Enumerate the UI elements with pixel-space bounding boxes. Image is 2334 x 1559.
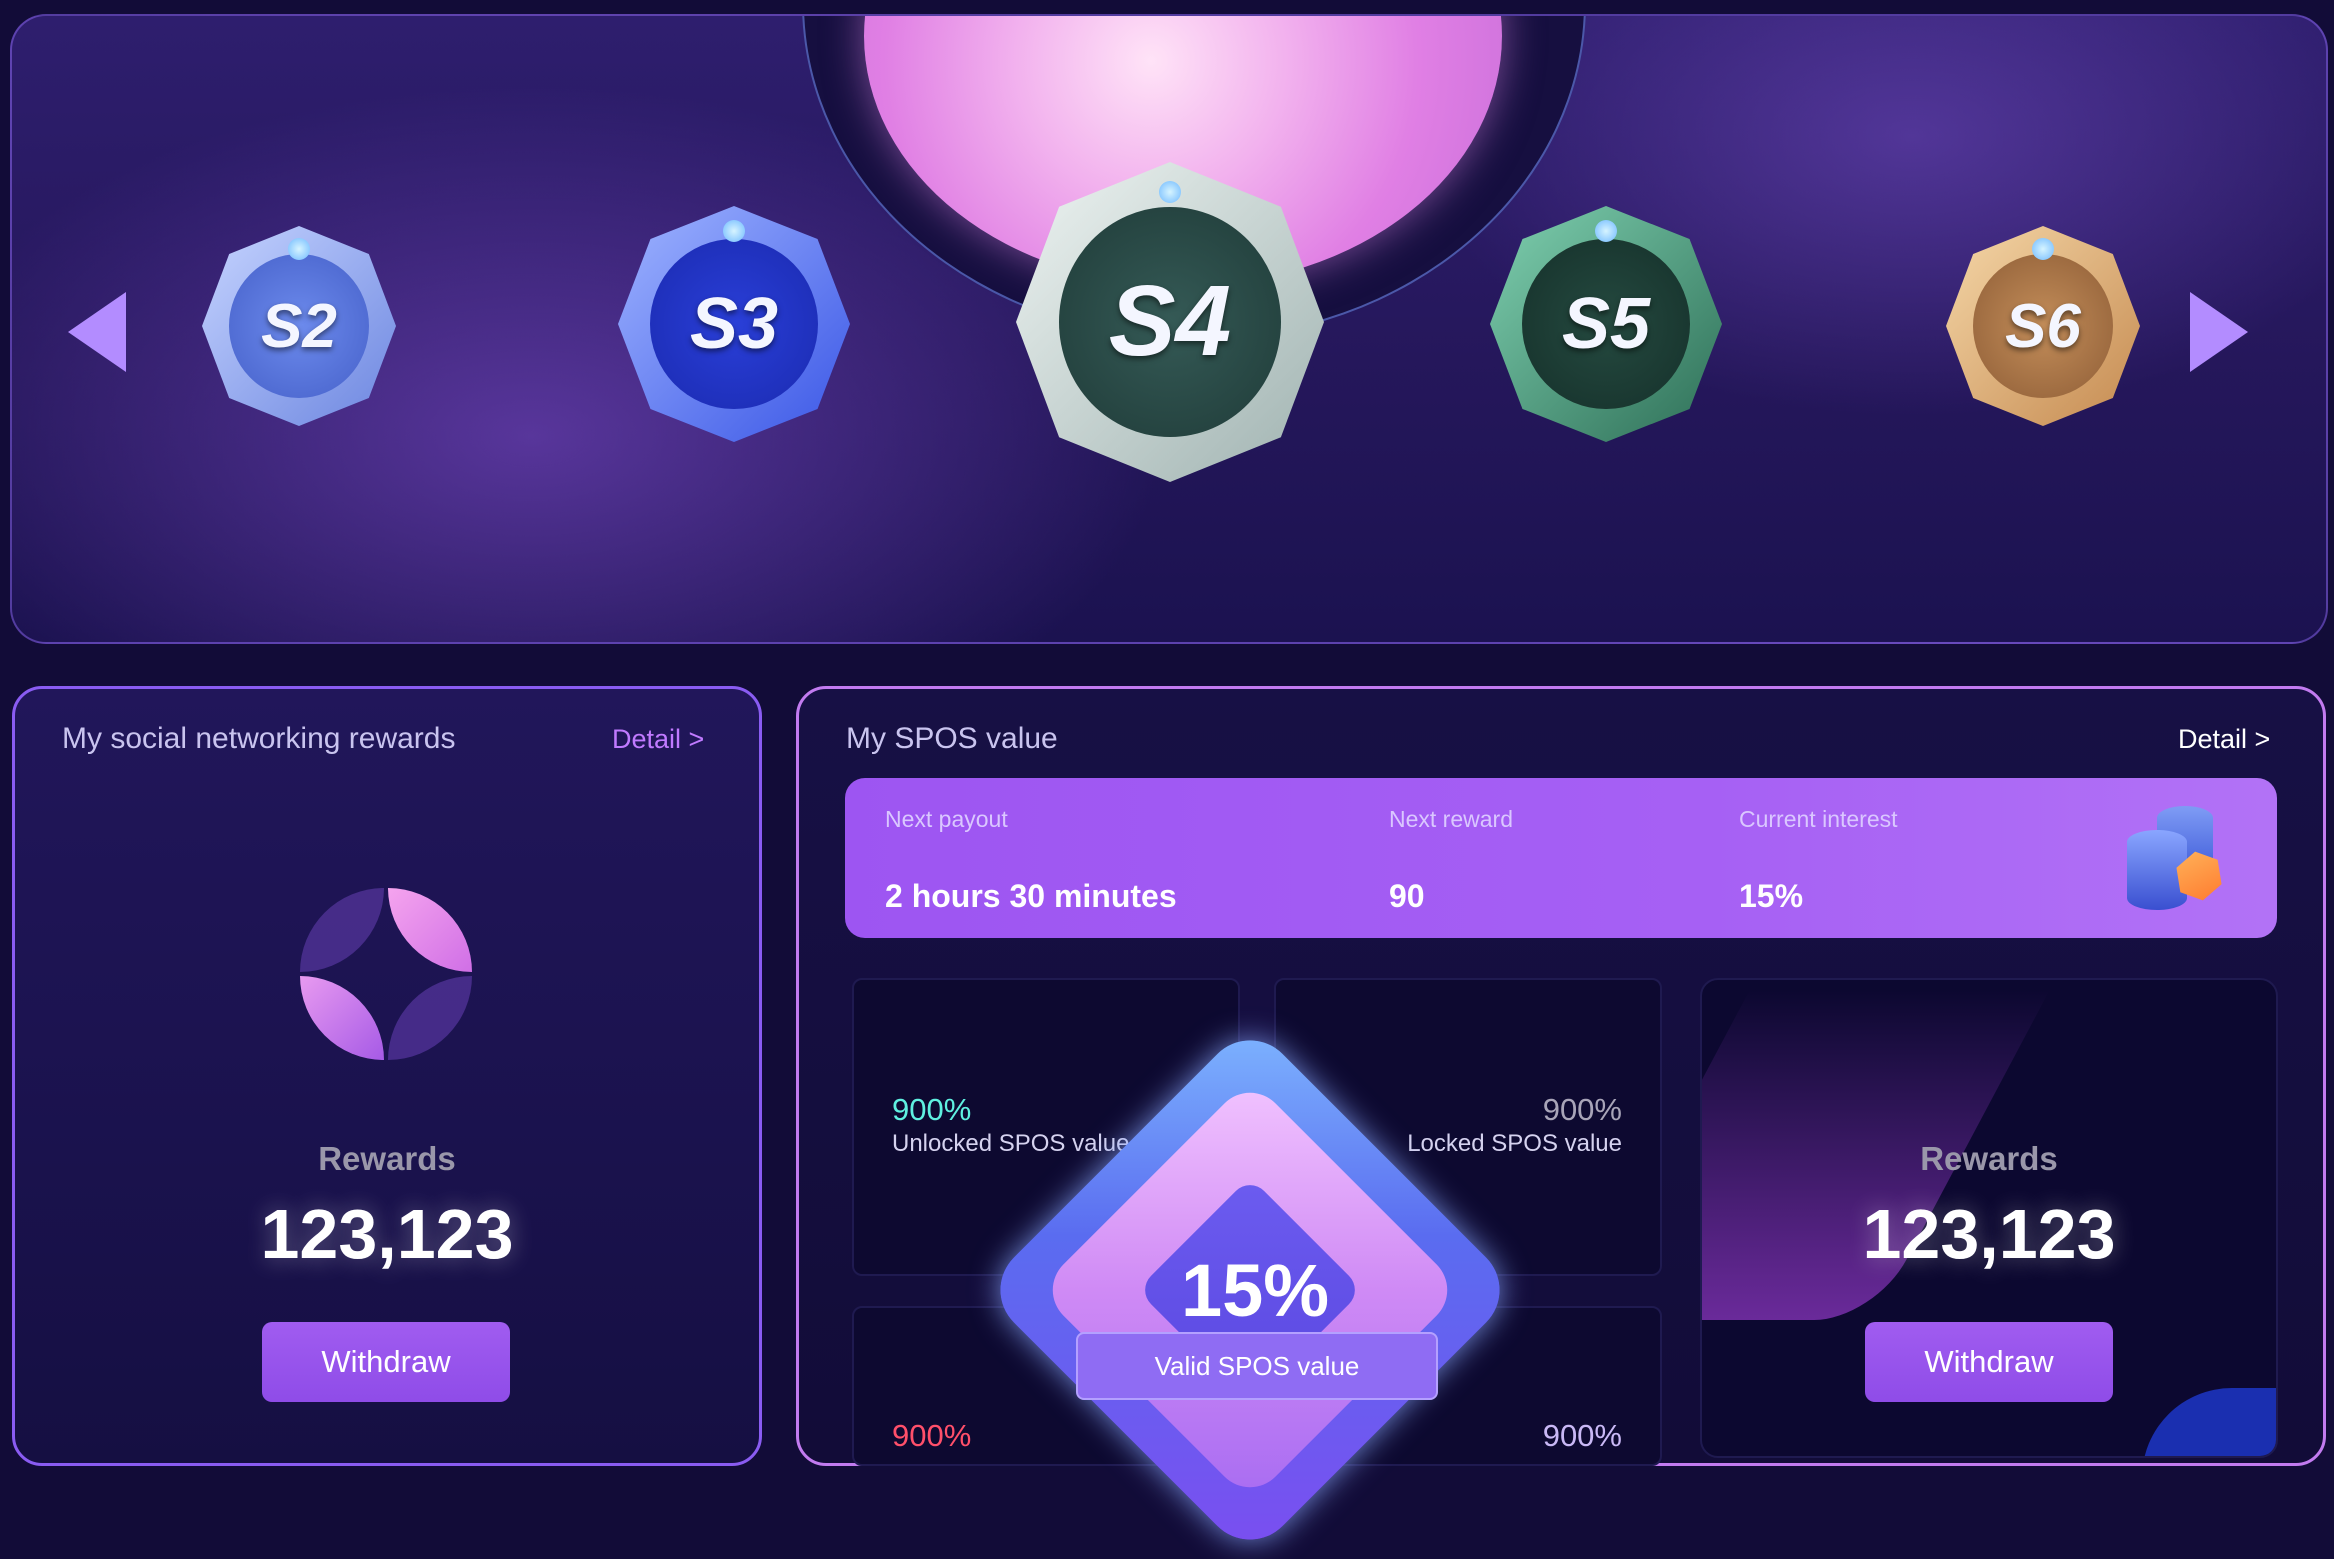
next-payout-value: 2 hours 30 minutes — [885, 878, 1177, 914]
badge-gem-icon — [1159, 181, 1181, 204]
rewards-logo-icon — [300, 888, 472, 1060]
chevron-left-icon[interactable] — [68, 292, 126, 372]
spos-rewards-value: 123,123 — [1862, 1195, 2116, 1273]
badge-gem-icon — [2032, 238, 2054, 260]
bottom-right-spos-percent: 900% — [1542, 1418, 1622, 1453]
badge-label: S3 — [650, 239, 818, 409]
next-payout-label: Next payout — [885, 806, 1008, 832]
unlocked-spos-label: Unlocked SPOS value — [892, 1130, 1130, 1157]
unlocked-spos-percent: 900% — [892, 1092, 972, 1127]
spos-title: My SPOS value — [846, 722, 1058, 755]
social-withdraw-button[interactable]: Withdraw — [262, 1322, 510, 1402]
spos-info-bar: Next payout 2 hours 30 minutes Next rewa… — [845, 778, 2277, 938]
badge-s5[interactable]: S5 — [1490, 206, 1722, 442]
badge-label: S2 — [229, 254, 369, 398]
current-interest-label: Current interest — [1739, 806, 1898, 832]
valid-spos-percent: 15% — [1180, 1249, 1330, 1332]
spos-withdraw-button[interactable]: Withdraw — [1865, 1322, 2113, 1402]
current-interest-value: 15% — [1739, 878, 1804, 914]
badge-gem-icon — [1595, 220, 1617, 243]
social-detail-link[interactable]: Detail > — [612, 724, 704, 755]
locked-spos-percent: 900% — [1542, 1092, 1622, 1127]
badge-label: S5 — [1522, 239, 1690, 409]
next-reward-value: 90 — [1389, 878, 1425, 914]
spos-detail-link[interactable]: Detail > — [2178, 724, 2270, 755]
badge-gem-icon — [723, 220, 745, 243]
badge-gem-icon — [288, 238, 310, 260]
valid-spos-button[interactable]: Valid SPOS value — [1076, 1332, 1438, 1400]
next-reward-label: Next reward — [1389, 806, 1513, 832]
social-rewards-value: 123,123 — [260, 1195, 514, 1273]
badge-s6[interactable]: S6 — [1946, 226, 2140, 426]
badge-label: S4 — [1059, 206, 1281, 438]
chevron-right-icon[interactable] — [2190, 292, 2248, 372]
badge-s2[interactable]: S2 — [202, 226, 396, 426]
coin-stack-icon — [2123, 802, 2235, 914]
badge-label: S6 — [1973, 254, 2113, 398]
social-rewards-label: Rewards — [318, 1140, 456, 1177]
social-rewards-title: My social networking rewards — [62, 722, 456, 755]
decorative-blue-corner — [2142, 1388, 2276, 1456]
badge-s3[interactable]: S3 — [618, 206, 850, 442]
bottom-left-spos-percent: 900% — [892, 1418, 972, 1453]
spos-rewards-label: Rewards — [1920, 1140, 2058, 1177]
badge-s4-selected[interactable]: S4 — [1016, 162, 1324, 482]
